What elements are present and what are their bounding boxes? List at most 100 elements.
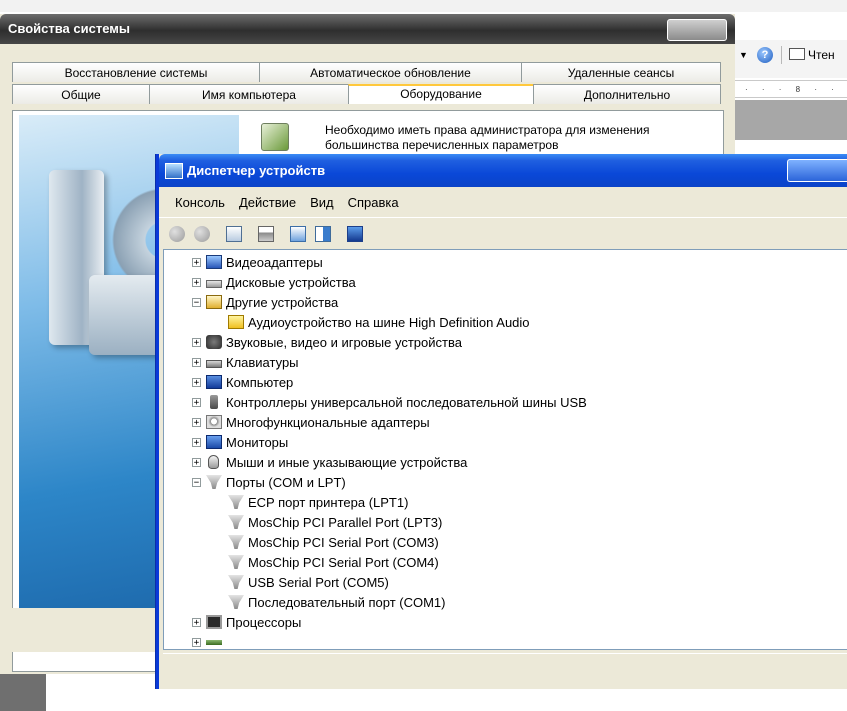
tab-computer-name[interactable]: Имя компьютера [149,84,349,104]
menu-view[interactable]: Вид [310,195,334,210]
tree-node-label: Порты (COM и LPT) [226,474,346,490]
forward-icon[interactable] [194,225,210,242]
keyboard-icon [206,360,222,368]
menu-action[interactable]: Действие [239,195,296,210]
tree-node-sound-video-game[interactable]: + Звуковые, видео и игровые устройства [192,332,462,352]
tree-node-label: Аудиоустройство на шине High Definition … [248,314,530,330]
tree-node-display-adapters[interactable]: + Видеоадаптеры [192,252,323,272]
tree-node-label: Клавиатуры [226,354,299,370]
menu-console[interactable]: Консоль [175,195,225,210]
tree-node-multifunction-adapters[interactable]: + Многофункциональные адаптеры [192,412,430,432]
tree-node-computer[interactable]: + Компьютер [192,372,293,392]
expand-toggle[interactable]: + [192,617,201,627]
tab-row-1: Восстановление системы Автоматическое об… [12,62,721,82]
other-devices-icon [206,295,222,309]
tree-node-moschip-serial-com3[interactable]: MosChip PCI Serial Port (COM3) [228,532,439,552]
port-icon [228,535,244,549]
processor-icon [206,615,222,629]
expand-toggle[interactable]: + [192,437,201,447]
properties-icon[interactable] [226,225,242,242]
tree-node-usb-controllers[interactable]: + Контроллеры универсальной последовател… [192,392,587,412]
read-mode-label: Чтен [808,48,835,62]
menu-help[interactable]: Справка [348,195,399,210]
tree-node-label: Процессоры [226,614,302,630]
tree-node-label: Дисковые устройства [226,274,356,290]
port-icon [228,495,244,509]
tree-node-usb-serial-com5[interactable]: USB Serial Port (COM5) [228,572,389,592]
toolbar-separator [781,46,782,64]
port-icon [228,575,244,589]
tab-general[interactable]: Общие [12,84,150,104]
scan-hardware-icon[interactable] [347,225,363,242]
tree-node-moschip-serial-com4[interactable]: MosChip PCI Serial Port (COM4) [228,552,439,572]
device-manager-window: Диспетчер устройств Консоль Действие Вид… [156,154,847,689]
tree-node-other-devices[interactable]: − Другие устройства [192,292,338,312]
tab-remote-sessions[interactable]: Удаленные сеансы [521,62,721,82]
tree-node-ecp-printer-port[interactable]: ECP порт принтера (LPT1) [228,492,408,512]
tree-node-label: MosChip PCI Parallel Port (LPT3) [248,514,443,530]
tree-node-hd-audio-device[interactable]: Аудиоустройство на шине High Definition … [228,312,530,332]
tree-node-label: Последовательный порт (COM1) [248,594,446,610]
background-document-area [735,100,847,140]
expand-toggle[interactable]: + [192,337,201,347]
print-icon[interactable] [258,225,274,242]
mouse-icon [208,455,219,469]
tree-node-label: MosChip PCI Serial Port (COM3) [248,534,439,550]
back-icon[interactable] [169,225,185,242]
read-mode-button[interactable]: Чтен [789,48,835,62]
tree-node-serial-port-com1[interactable]: Последовательный порт (COM1) [228,592,445,612]
tree-node-monitors[interactable]: + Мониторы [192,432,288,452]
port-icon [228,515,244,529]
window-control-buttons[interactable] [667,19,727,41]
expand-toggle[interactable]: + [192,637,201,647]
window-control-buttons[interactable] [787,159,847,182]
usb-controller-icon [210,395,218,409]
port-icon [206,475,222,489]
tree-node-ports[interactable]: − Порты (COM и LPT) [192,472,346,492]
document-ruler: · · · 8 · · [735,80,847,98]
tree-node-label: Компьютер [226,374,294,390]
tree-node-system-devices[interactable]: + [192,632,226,649]
sound-video-icon [206,335,222,349]
port-icon [228,595,244,609]
collapse-toggle[interactable]: − [192,477,201,487]
dropdown-arrow-icon[interactable]: ▼ [739,50,748,60]
tree-node-disk-drives[interactable]: + Дисковые устройства [192,272,356,292]
tab-hardware[interactable]: Оборудование [348,84,534,104]
multifunction-adapter-icon [206,415,222,429]
tree-node-label: MosChip PCI Serial Port (COM4) [248,554,439,570]
port-icon [228,555,244,569]
tree-node-label: Многофункциональные адаптеры [226,414,430,430]
collapse-toggle[interactable]: − [192,297,201,307]
expand-toggle[interactable]: + [192,457,201,467]
expand-toggle[interactable]: + [192,277,201,287]
tree-node-keyboards[interactable]: + Клавиатуры [192,352,299,372]
device-manager-titlebar[interactable]: Диспетчер устройств [159,154,847,187]
expand-toggle[interactable]: + [192,397,201,407]
computer-icon [206,375,222,389]
menu-bar: Консоль Действие Вид Справка [159,187,847,217]
display-adapter-icon [206,255,222,269]
tab-system-restore[interactable]: Восстановление системы [12,62,260,82]
monitor-icon [206,435,222,449]
help-icon[interactable]: ? [757,47,773,63]
expand-toggle[interactable]: + [192,417,201,427]
system-properties-titlebar[interactable]: Свойства системы [0,14,735,44]
help-icon[interactable] [290,225,306,242]
tab-advanced[interactable]: Дополнительно [533,84,721,104]
expand-toggle[interactable]: + [192,257,201,267]
system-properties-title: Свойства системы [8,21,130,36]
tree-node-processors[interactable]: + Процессоры [192,612,301,632]
tree-node-mice[interactable]: + Мыши и иные указывающие устройства [192,452,467,472]
tab-automatic-updates[interactable]: Автоматическое обновление [259,62,522,82]
warning-device-icon [228,315,244,329]
disk-drive-icon [206,280,222,288]
expand-toggle[interactable]: + [192,377,201,387]
system-device-icon [206,639,222,645]
expand-toggle[interactable]: + [192,357,201,367]
tree-node-label: Мыши и иные указывающие устройства [226,454,468,470]
update-driver-icon[interactable] [315,225,331,242]
tree-node-moschip-parallel-port[interactable]: MosChip PCI Parallel Port (LPT3) [228,512,442,532]
device-tree[interactable]: + Видеоадаптеры + Дисковые устройства − … [163,249,847,650]
book-icon [789,48,805,60]
